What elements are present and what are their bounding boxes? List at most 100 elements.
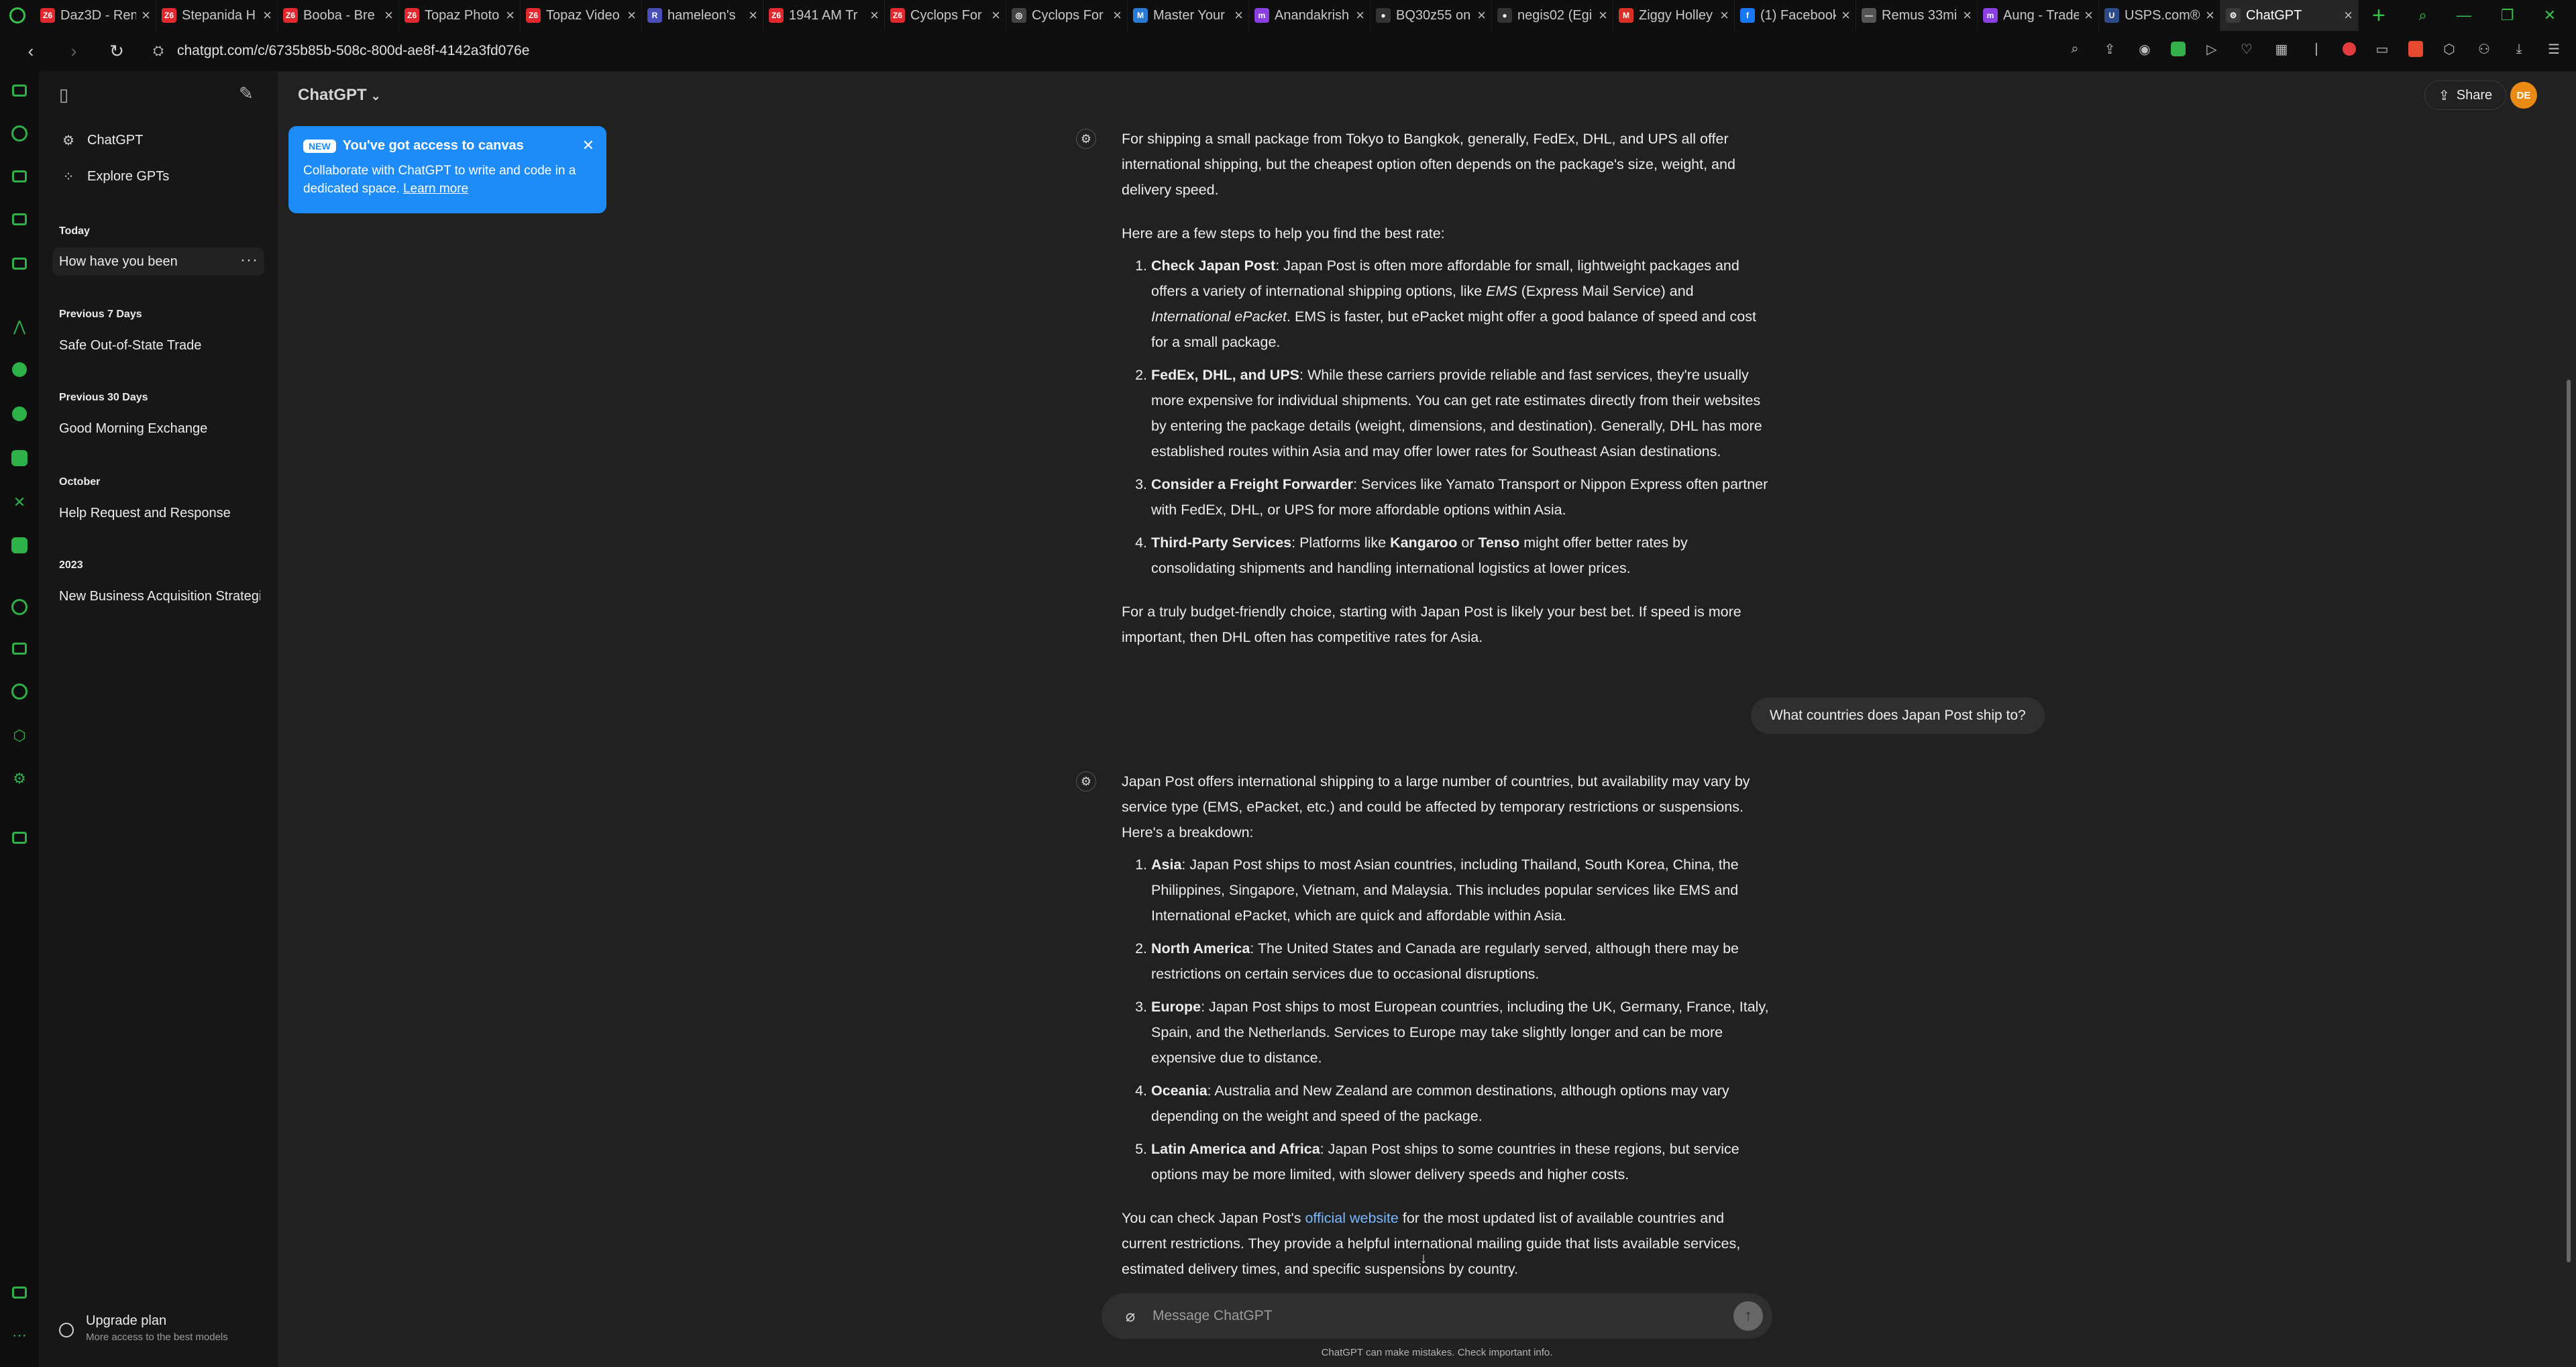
new-chat-icon[interactable]: ✎ — [239, 83, 254, 104]
rail-speed-dial-icon[interactable] — [9, 123, 30, 144]
browser-tab[interactable]: M Master Your × — [1128, 0, 1249, 31]
browser-tab[interactable]: Z6 Cyclops For × — [885, 0, 1006, 31]
browser-tab-active[interactable]: ⚙ ChatGPT × — [2220, 0, 2359, 31]
tab-close-icon[interactable]: × — [627, 7, 636, 24]
tab-close-icon[interactable]: × — [1841, 7, 1850, 24]
tab-close-icon[interactable]: × — [2084, 7, 2093, 24]
tab-close-icon[interactable]: × — [1113, 7, 1122, 24]
tab-close-icon[interactable]: × — [2206, 7, 2214, 24]
rail-clock-icon[interactable] — [9, 681, 30, 702]
tab-close-icon[interactable]: × — [263, 7, 272, 24]
attach-paperclip-icon[interactable]: ⌀ — [1120, 1307, 1140, 1326]
rail-instagram-icon[interactable] — [9, 448, 30, 468]
rail-chatgpt-icon[interactable] — [9, 828, 30, 848]
rail-telegram-icon[interactable] — [9, 404, 30, 424]
zoom-icon[interactable]: ⌕ — [2066, 40, 2084, 58]
browser-tab[interactable]: ● BQ30z55 on × — [1371, 0, 1492, 31]
brave-shield-icon[interactable] — [2408, 41, 2423, 57]
heart-icon[interactable]: ♡ — [2238, 40, 2255, 58]
tab-close-icon[interactable]: × — [1234, 7, 1243, 24]
profile-icon[interactable]: ⚇ — [2475, 40, 2493, 58]
rail-history-icon[interactable] — [9, 597, 30, 617]
rail-discord-icon[interactable] — [9, 535, 30, 555]
chat-options-icon[interactable]: ··· — [240, 251, 258, 270]
rail-whatsapp-icon[interactable] — [9, 360, 30, 380]
forward-arrow-icon[interactable]: › — [62, 41, 86, 62]
share-page-icon[interactable]: ⇪ — [2101, 40, 2118, 58]
sidebar-item-chatgpt[interactable]: ⚙ ChatGPT — [52, 126, 264, 154]
browser-tab[interactable]: Z6 Topaz Photo × — [399, 0, 521, 31]
scrollbar-thumb[interactable] — [2567, 380, 2571, 1262]
browser-logo-icon[interactable] — [0, 0, 35, 31]
browser-tab[interactable]: Z6 1941 AM Tr × — [763, 0, 885, 31]
learn-more-link[interactable]: Learn more — [403, 182, 468, 196]
tab-close-icon[interactable]: × — [1720, 7, 1729, 24]
rail-messages-icon[interactable] — [9, 209, 30, 229]
rail-wallet2-icon[interactable] — [9, 1282, 30, 1303]
browser-tab[interactable]: f (1) Facebook × — [1735, 0, 1856, 31]
url-field[interactable]: chatgpt.com/c/6735b85b-508c-800d-ae8f-41… — [177, 43, 529, 59]
chat-item[interactable]: New Business Acquisition Strategies — [59, 589, 260, 604]
close-icon[interactable]: ✕ — [582, 137, 594, 154]
back-arrow-icon[interactable]: ‹ — [19, 41, 43, 62]
message-input[interactable] — [1151, 1307, 1733, 1325]
camera-icon[interactable]: ◉ — [2136, 40, 2153, 58]
tab-close-icon[interactable]: × — [384, 7, 393, 24]
browser-tab[interactable]: U USPS.com® × — [2099, 0, 2220, 31]
browser-tab[interactable]: Z6 Daz3D - Ren × — [35, 0, 156, 31]
tab-close-icon[interactable]: × — [142, 7, 150, 24]
new-tab-plus-icon[interactable]: + — [2372, 3, 2385, 29]
tab-close-icon[interactable]: × — [1963, 7, 1972, 24]
chat-item[interactable]: Safe Out-of-State Trade — [59, 338, 260, 353]
avatar[interactable]: DE — [2510, 82, 2537, 109]
tab-close-icon[interactable]: × — [2344, 7, 2353, 24]
rail-more-icon[interactable]: ⋯ — [9, 1325, 30, 1346]
rail-wallet-icon[interactable] — [9, 166, 30, 186]
sidebar-item-explore-gpts[interactable]: ⁘ Explore GPTs — [52, 162, 264, 190]
tab-close-icon[interactable]: × — [870, 7, 879, 24]
chat-item[interactable]: Help Request and Response — [59, 506, 260, 521]
recording-icon[interactable] — [2343, 42, 2356, 56]
reload-icon[interactable]: ↻ — [105, 41, 129, 62]
rail-settings-icon[interactable]: ⚙ — [9, 769, 30, 789]
extensions-icon[interactable]: ▦ — [2273, 40, 2290, 58]
rail-apps-icon[interactable] — [9, 639, 30, 659]
minimize-icon[interactable]: — — [2457, 7, 2471, 24]
tab-close-icon[interactable]: × — [1356, 7, 1364, 24]
browser-tab[interactable]: — Remus 33mi × — [1856, 0, 1978, 31]
browser-tab[interactable]: Z6 Stepanida H × — [156, 0, 278, 31]
rail-x-icon[interactable]: ✕ — [9, 492, 30, 512]
browser-tab[interactable]: ● negis02 (Egi × — [1492, 0, 1613, 31]
site-info-icon[interactable]: ⛭ — [153, 44, 164, 59]
scroll-down-arrow-icon[interactable]: ↓ — [1410, 1245, 1437, 1272]
model-selector[interactable]: ChatGPT ⌄ — [298, 86, 381, 105]
close-window-icon[interactable]: ✕ — [2544, 7, 2556, 24]
browser-tab[interactable]: m Anandakrish × — [1249, 0, 1371, 31]
vpn-icon[interactable]: ▭ — [2373, 40, 2391, 58]
send-arrow-icon[interactable]: ↑ — [1733, 1301, 1763, 1331]
browser-tab[interactable]: m Aung - Trade × — [1978, 0, 2099, 31]
browser-tab[interactable]: M Ziggy Holley × — [1613, 0, 1735, 31]
tab-close-icon[interactable]: × — [506, 7, 515, 24]
rail-player-icon[interactable] — [9, 254, 30, 274]
browser-tab[interactable]: Rhameleon's × — [642, 0, 763, 31]
official-website-link[interactable]: official website — [1305, 1210, 1398, 1226]
tab-close-icon[interactable]: × — [1599, 7, 1607, 24]
browser-tab[interactable]: Z6 Booba - Bre × — [278, 0, 399, 31]
close-sidebar-icon[interactable]: ▯ — [59, 85, 68, 105]
share-button[interactable]: ⇪ Share — [2424, 80, 2507, 110]
chat-item-selected[interactable]: How have you been — [52, 248, 264, 276]
download-icon[interactable]: ⤓ — [2510, 40, 2528, 58]
adblock-shield-icon[interactable] — [2171, 42, 2186, 56]
wallet-icon[interactable]: ⬡ — [2440, 40, 2458, 58]
chat-item[interactable]: Good Morning Exchange — [59, 421, 260, 437]
play-icon[interactable]: ▷ — [2203, 40, 2220, 58]
search-tabs-icon[interactable]: ⌕ — [2419, 7, 2427, 24]
rail-sidebar-icon[interactable] — [9, 80, 30, 101]
menu-icon[interactable]: ☰ — [2545, 40, 2563, 58]
tab-close-icon[interactable]: × — [991, 7, 1000, 24]
tab-close-icon[interactable]: × — [1477, 7, 1486, 24]
tab-close-icon[interactable]: × — [749, 7, 757, 24]
rail-box-icon[interactable]: ⬡ — [9, 726, 30, 746]
upgrade-plan-button[interactable]: Upgrade plan More access to the best mod… — [59, 1313, 228, 1343]
